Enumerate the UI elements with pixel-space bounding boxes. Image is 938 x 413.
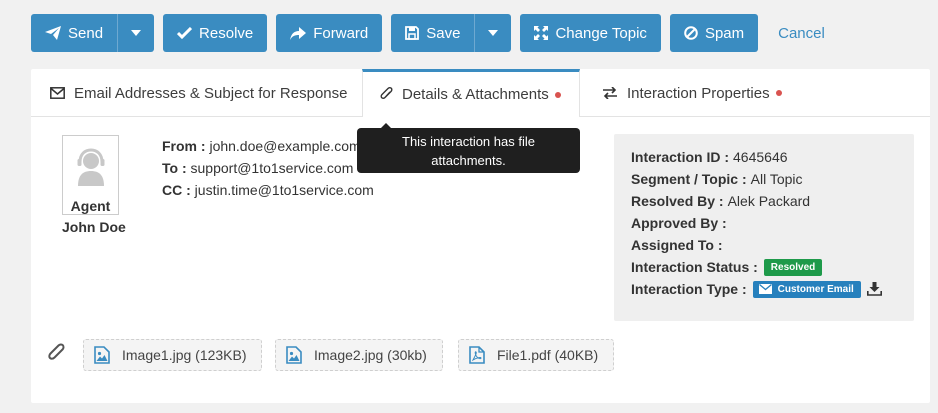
prop-label: Assigned To : bbox=[631, 237, 723, 253]
segment-value: All Topic bbox=[750, 171, 803, 187]
attachment-item[interactable]: File1.pdf (40KB) bbox=[458, 339, 614, 371]
agent-headset-icon bbox=[77, 148, 105, 186]
send-button[interactable]: Send bbox=[31, 14, 118, 52]
tab-label: Details & Attachments bbox=[402, 86, 549, 103]
tab-label: Email Addresses & Subject for Response bbox=[74, 84, 348, 102]
attachment-item[interactable]: Image1.jpg (123KB) bbox=[83, 339, 262, 371]
segment-row: Segment / Topic : All Topic bbox=[631, 168, 914, 190]
expand-arrows-icon bbox=[534, 26, 549, 40]
agent-role: Agent bbox=[70, 198, 111, 214]
cc-value: justin.time@1to1service.com bbox=[194, 182, 374, 198]
forward-label: Forward bbox=[313, 24, 369, 42]
save-split-button: Save bbox=[391, 14, 512, 52]
save-dropdown-toggle[interactable] bbox=[474, 14, 512, 52]
interaction-panel: Email Addresses & Subject for Response D… bbox=[31, 69, 930, 403]
interaction-status-row: Interaction Status : Resolved bbox=[631, 256, 914, 278]
spam-button[interactable]: Spam bbox=[669, 14, 759, 52]
tooltip-line: This interaction has file bbox=[402, 134, 535, 149]
envelope-icon bbox=[50, 87, 65, 99]
tab-details-attachments[interactable]: Details & Attachments bbox=[362, 69, 580, 117]
from-value: john.doe@example.com bbox=[209, 138, 361, 154]
paper-plane-icon bbox=[45, 26, 61, 40]
tab-label: Interaction Properties bbox=[627, 84, 770, 102]
envelope-icon bbox=[758, 284, 772, 294]
prop-label: Resolved By : bbox=[631, 193, 724, 209]
to-line: To : support@1to1service.com bbox=[162, 160, 353, 176]
interaction-id-value: 4645646 bbox=[733, 149, 788, 165]
spam-label: Spam bbox=[704, 24, 745, 42]
floppy-disk-icon bbox=[405, 26, 420, 40]
ban-icon bbox=[684, 26, 698, 40]
caret-down-icon bbox=[488, 30, 499, 36]
prop-label: Interaction Type : bbox=[631, 281, 747, 297]
from-label: From : bbox=[162, 138, 206, 154]
check-icon bbox=[177, 27, 193, 39]
prop-label: Interaction Status : bbox=[631, 259, 758, 275]
send-label: Send bbox=[68, 24, 104, 42]
tab-interaction-properties[interactable]: Interaction Properties bbox=[580, 69, 810, 117]
notification-dot bbox=[554, 91, 561, 98]
type-badge-label: Customer Email bbox=[777, 283, 854, 295]
send-dropdown-toggle[interactable] bbox=[117, 14, 155, 52]
agent-name: John Doe bbox=[62, 219, 126, 235]
resolved-by-value: Alek Packard bbox=[727, 193, 811, 209]
resolved-by-row: Resolved By : Alek Packard bbox=[631, 190, 914, 212]
assigned-to-row: Assigned To : bbox=[631, 234, 914, 256]
share-icon bbox=[290, 26, 307, 40]
attachment-name: Image1.jpg (123KB) bbox=[122, 347, 247, 363]
status-badge: Resolved bbox=[763, 258, 823, 276]
paperclip-icon bbox=[380, 87, 393, 99]
notification-dot bbox=[775, 90, 782, 96]
action-toolbar: Send Resolve Forward Save Change Topic S… bbox=[31, 14, 825, 52]
caret-down-icon bbox=[131, 30, 142, 36]
cc-label: CC : bbox=[162, 182, 191, 198]
prop-label: Segment / Topic : bbox=[631, 171, 747, 187]
tab-divider bbox=[580, 116, 930, 117]
interaction-properties-box: Interaction ID : 4645646 Segment / Topic… bbox=[614, 134, 914, 321]
paperclip-icon bbox=[48, 343, 65, 360]
prop-label: Interaction ID : bbox=[631, 149, 730, 165]
tooltip-line: attachments. bbox=[431, 153, 506, 168]
from-line: From : john.doe@example.com bbox=[162, 138, 361, 154]
resolve-label: Resolve bbox=[199, 24, 254, 42]
type-badge: Customer Email bbox=[752, 280, 861, 298]
image-file-icon bbox=[286, 346, 302, 364]
interaction-type-row: Interaction Type : Customer Email bbox=[631, 278, 914, 300]
tab-bar: Email Addresses & Subject for Response D… bbox=[31, 69, 930, 117]
attachments-tooltip: This interaction has file attachments. bbox=[357, 123, 580, 173]
resolve-button[interactable]: Resolve bbox=[163, 14, 268, 52]
image-file-icon bbox=[94, 346, 110, 364]
to-value: support@1to1service.com bbox=[190, 160, 354, 176]
change-topic-label: Change Topic bbox=[555, 24, 647, 42]
forward-button[interactable]: Forward bbox=[276, 14, 383, 52]
cancel-link[interactable]: Cancel bbox=[778, 25, 825, 42]
save-button[interactable]: Save bbox=[391, 14, 475, 52]
attachment-name: Image2.jpg (30kb) bbox=[314, 347, 427, 363]
agent-avatar: Agent bbox=[62, 135, 119, 215]
cc-line: CC : justin.time@1to1service.com bbox=[162, 182, 374, 198]
tab-divider bbox=[31, 116, 362, 117]
interaction-id-row: Interaction ID : 4645646 bbox=[631, 146, 914, 168]
send-split-button: Send bbox=[31, 14, 155, 52]
download-icon[interactable] bbox=[866, 282, 882, 296]
exchange-icon bbox=[603, 87, 617, 99]
prop-label: Approved By : bbox=[631, 215, 727, 231]
attachment-name: File1.pdf (40KB) bbox=[497, 347, 599, 363]
change-topic-button[interactable]: Change Topic bbox=[520, 14, 661, 52]
tab-email-addresses[interactable]: Email Addresses & Subject for Response bbox=[31, 69, 362, 117]
approved-by-row: Approved By : bbox=[631, 212, 914, 234]
pdf-file-icon bbox=[469, 346, 485, 364]
attachment-item[interactable]: Image2.jpg (30kb) bbox=[275, 339, 443, 371]
save-label: Save bbox=[426, 24, 461, 42]
to-label: To : bbox=[162, 160, 187, 176]
